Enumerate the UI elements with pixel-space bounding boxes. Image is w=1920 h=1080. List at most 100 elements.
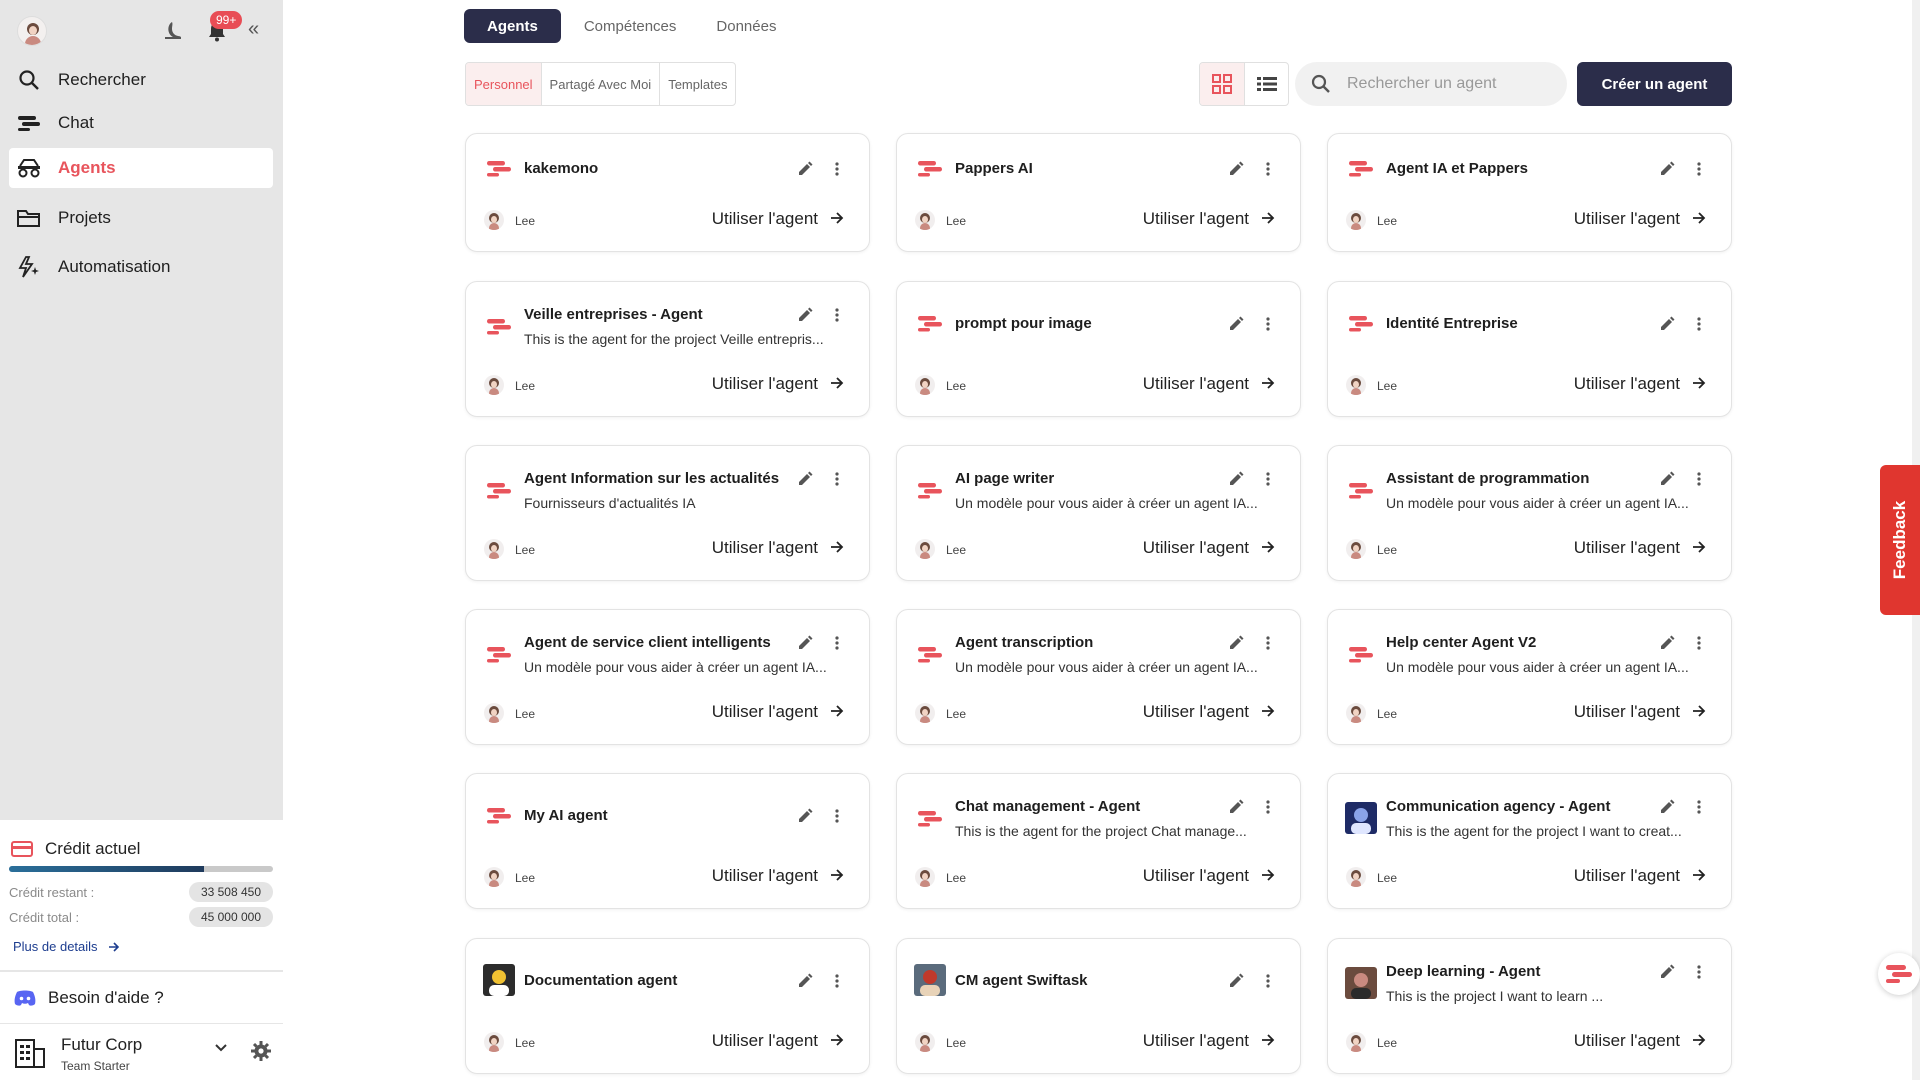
edit-icon[interactable] xyxy=(1228,973,1244,989)
agent-card[interactable]: Veille entreprises - Agent This is the ag… xyxy=(465,281,870,417)
use-agent-button[interactable]: Utiliser l'agent xyxy=(1143,866,1275,886)
filter-partage[interactable]: Partagé Avec Moi xyxy=(542,63,661,105)
chat-widget-button[interactable] xyxy=(1878,953,1920,995)
nav-item-projets[interactable]: Projets xyxy=(9,198,273,238)
edit-icon[interactable] xyxy=(797,161,813,177)
agent-card[interactable]: Assistant de programmation Un modèle pour… xyxy=(1327,445,1732,581)
help-button[interactable]: Besoin d'aide ? xyxy=(0,971,283,1023)
agent-card[interactable]: Pappers AI Lee Utiliser l'agent xyxy=(896,133,1301,252)
edit-icon[interactable] xyxy=(1659,161,1675,177)
use-agent-button[interactable]: Utiliser l'agent xyxy=(1574,209,1706,229)
use-agent-button[interactable]: Utiliser l'agent xyxy=(1574,1031,1706,1051)
edit-icon[interactable] xyxy=(1659,635,1675,651)
edit-icon[interactable] xyxy=(797,973,813,989)
user-avatar[interactable] xyxy=(17,16,47,46)
use-agent-button[interactable]: Utiliser l'agent xyxy=(712,374,844,394)
use-agent-button[interactable]: Utiliser l'agent xyxy=(712,866,844,886)
search-input[interactable] xyxy=(1347,75,1547,93)
swiftask-logo-icon xyxy=(1348,478,1374,504)
more-options-icon[interactable] xyxy=(1265,471,1271,487)
more-options-icon[interactable] xyxy=(1696,635,1702,651)
more-details-link[interactable]: Plus de details xyxy=(13,939,120,954)
edit-icon[interactable] xyxy=(1228,799,1244,815)
more-options-icon[interactable] xyxy=(834,973,840,989)
chevron-down-icon[interactable] xyxy=(214,1043,228,1053)
edit-icon[interactable] xyxy=(1228,635,1244,651)
more-options-icon[interactable] xyxy=(834,808,840,824)
edit-icon[interactable] xyxy=(1659,799,1675,815)
edit-icon[interactable] xyxy=(1228,471,1244,487)
edit-icon[interactable] xyxy=(797,808,813,824)
use-agent-button[interactable]: Utiliser l'agent xyxy=(1574,866,1706,886)
filter-personnel[interactable]: Personnel xyxy=(466,63,542,105)
theme-toggle-icon[interactable] xyxy=(163,20,183,42)
agent-card[interactable]: Agent transcription Un modèle pour vous a… xyxy=(896,609,1301,745)
more-options-icon[interactable] xyxy=(1696,471,1702,487)
more-options-icon[interactable] xyxy=(834,161,840,177)
more-options-icon[interactable] xyxy=(834,307,840,323)
agent-card[interactable]: Deep learning - Agent This is the project… xyxy=(1327,938,1732,1074)
agent-card[interactable]: Help center Agent V2 Un modèle pour vous … xyxy=(1327,609,1732,745)
more-options-icon[interactable] xyxy=(1696,161,1702,177)
use-agent-button[interactable]: Utiliser l'agent xyxy=(1574,374,1706,394)
use-agent-button[interactable]: Utiliser l'agent xyxy=(712,1031,844,1051)
agent-card[interactable]: Documentation agent Lee Utiliser l'agent xyxy=(465,938,870,1074)
credit-total-value: 45 000 000 xyxy=(188,907,273,927)
agent-card[interactable]: kakemono Lee Utiliser l'agent xyxy=(465,133,870,252)
edit-icon[interactable] xyxy=(1659,316,1675,332)
use-agent-button[interactable]: Utiliser l'agent xyxy=(1143,1031,1275,1051)
swiftask-logo-icon xyxy=(917,642,943,668)
agent-card[interactable]: Communication agency - Agent This is the … xyxy=(1327,773,1732,909)
use-agent-button[interactable]: Utiliser l'agent xyxy=(712,209,844,229)
use-agent-button[interactable]: Utiliser l'agent xyxy=(1143,538,1275,558)
nav-item-agents[interactable]: Agents xyxy=(9,148,273,188)
edit-icon[interactable] xyxy=(797,471,813,487)
arrow-right-icon xyxy=(1261,374,1275,394)
use-agent-button[interactable]: Utiliser l'agent xyxy=(1574,538,1706,558)
agent-card[interactable]: My AI agent Lee Utiliser l'agent xyxy=(465,773,870,909)
more-options-icon[interactable] xyxy=(834,635,840,651)
edit-icon[interactable] xyxy=(1228,316,1244,332)
more-options-icon[interactable] xyxy=(1265,635,1271,651)
agent-card[interactable]: Agent de service client intelligents Un m… xyxy=(465,609,870,745)
more-options-icon[interactable] xyxy=(1265,161,1271,177)
more-options-icon[interactable] xyxy=(1265,799,1271,815)
use-agent-button[interactable]: Utiliser l'agent xyxy=(1574,702,1706,722)
filter-templates[interactable]: Templates xyxy=(660,63,735,105)
nav-item-automatisation[interactable]: Automatisation xyxy=(9,247,273,287)
collapse-sidebar-icon[interactable]: « xyxy=(248,19,259,39)
nav-item-rechercher[interactable]: Rechercher xyxy=(9,60,273,100)
agent-card[interactable]: Identité Entreprise Lee Utiliser l'agent xyxy=(1327,281,1732,417)
agent-card[interactable]: CM agent Swiftask Lee Utiliser l'agent xyxy=(896,938,1301,1074)
more-options-icon[interactable] xyxy=(1265,316,1271,332)
agent-card[interactable]: AI page writer Un modèle pour vous aider … xyxy=(896,445,1301,581)
tab-agents[interactable]: Agents xyxy=(464,9,561,43)
more-options-icon[interactable] xyxy=(1265,973,1271,989)
agent-card[interactable]: Agent Information sur les actualités Four… xyxy=(465,445,870,581)
edit-icon[interactable] xyxy=(1659,964,1675,980)
more-options-icon[interactable] xyxy=(834,471,840,487)
tab-competences[interactable]: Compétences xyxy=(567,9,694,43)
tab-donnees[interactable]: Données xyxy=(699,9,793,43)
more-options-icon[interactable] xyxy=(1696,964,1702,980)
agent-card[interactable]: prompt pour image Lee Utiliser l'agent xyxy=(896,281,1301,417)
use-agent-button[interactable]: Utiliser l'agent xyxy=(1143,209,1275,229)
feedback-button[interactable]: Feedback xyxy=(1880,465,1920,615)
edit-icon[interactable] xyxy=(1659,471,1675,487)
gear-icon[interactable] xyxy=(250,1040,272,1062)
use-agent-button[interactable]: Utiliser l'agent xyxy=(1143,374,1275,394)
use-agent-button[interactable]: Utiliser l'agent xyxy=(1143,702,1275,722)
create-agent-button[interactable]: Créer un agent xyxy=(1577,62,1732,106)
more-options-icon[interactable] xyxy=(1696,316,1702,332)
agent-card[interactable]: Chat management - Agent This is the agent… xyxy=(896,773,1301,909)
edit-icon[interactable] xyxy=(797,635,813,651)
edit-icon[interactable] xyxy=(797,307,813,323)
agent-card[interactable]: Agent IA et Pappers Lee Utiliser l'agent xyxy=(1327,133,1732,252)
more-options-icon[interactable] xyxy=(1696,799,1702,815)
use-agent-button[interactable]: Utiliser l'agent xyxy=(712,702,844,722)
list-view-button[interactable] xyxy=(1244,63,1288,105)
grid-view-button[interactable] xyxy=(1200,63,1244,105)
edit-icon[interactable] xyxy=(1228,161,1244,177)
nav-item-chat[interactable]: Chat xyxy=(9,103,273,143)
use-agent-button[interactable]: Utiliser l'agent xyxy=(712,538,844,558)
